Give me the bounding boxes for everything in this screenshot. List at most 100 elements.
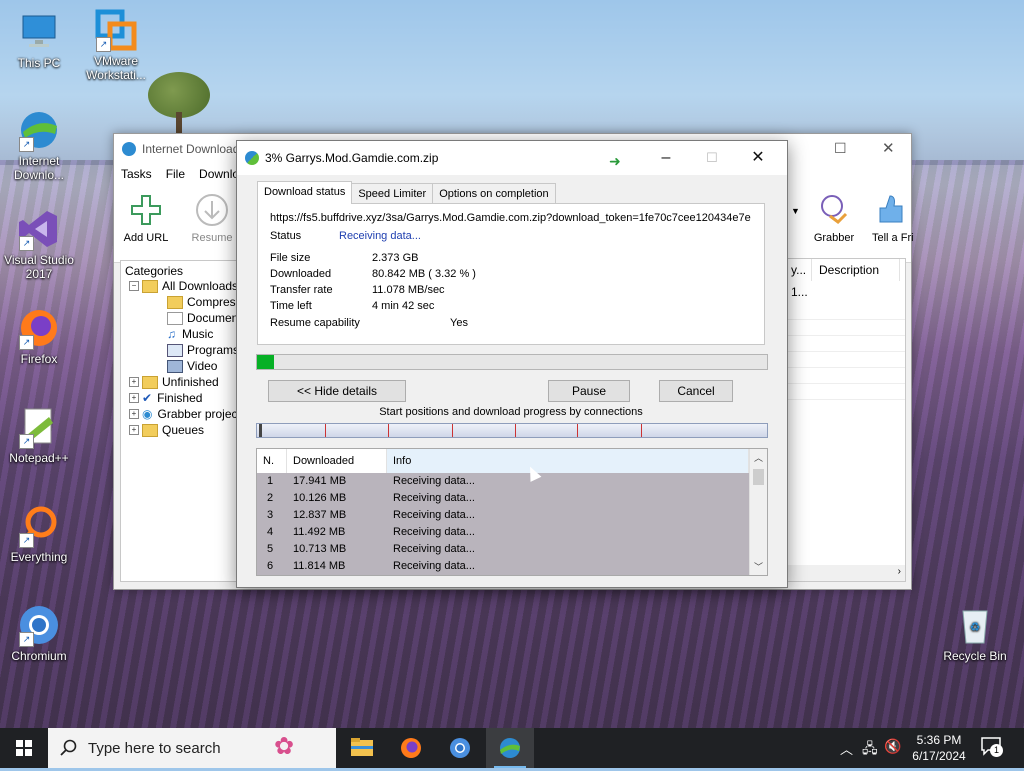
scrollbar-thumb[interactable] (753, 469, 764, 485)
expand-icon[interactable]: + (129, 409, 139, 419)
categories-header: Categories (125, 264, 184, 278)
downloaded-label: Downloaded (270, 268, 332, 280)
taskbar-firefox[interactable] (387, 728, 435, 768)
list-row-partial[interactable]: 1... (791, 285, 808, 299)
start-button[interactable] (0, 728, 48, 768)
desktop-icon-vmware[interactable]: ↗ VMware Workstati... (78, 8, 154, 82)
tab-options-on-completion[interactable]: Options on completion (432, 183, 556, 204)
desktop-icon-this-pc[interactable]: This PC (1, 10, 77, 70)
list-row (787, 351, 905, 368)
desktop-icon-chromium[interactable]: ↗ Chromium (1, 603, 77, 663)
taskbar-search-box[interactable]: Type here to search ✿ (48, 728, 336, 768)
desktop-icon-everything[interactable]: ↗ Everything (1, 504, 77, 564)
desktop-icon-label: VMware Workstati... (86, 54, 146, 82)
dialog-close-button[interactable]: ✕ (735, 141, 781, 175)
butterfly-flower-icon: ✿ (274, 733, 295, 760)
shortcut-arrow-icon: ↗ (19, 434, 34, 449)
download-progress-dialog[interactable]: 3% Garrys.Mod.Gamdie.com.zip ➜ – ☐ ✕ Dow… (236, 140, 788, 588)
table-row[interactable]: 4 11.492 MB Receiving data... (257, 524, 749, 541)
desktop-icon-recycle-bin[interactable]: ♻ Recycle Bin (937, 603, 1013, 663)
folder-icon (142, 375, 158, 389)
desktop-icon-idm[interactable]: ↗ Internet Downlo... (1, 108, 77, 182)
thumbs-up-icon (874, 192, 910, 228)
desktop-icon-visual-studio[interactable]: ↗ Visual Studio 2017 (1, 207, 77, 281)
category-all-downloads[interactable]: − All Downloads (129, 279, 238, 293)
minimize-button[interactable]: – (643, 141, 689, 175)
cancel-button[interactable]: Cancel (659, 380, 733, 402)
notification-center-button[interactable]: 1 (980, 736, 1006, 760)
scroll-right-arrow-icon[interactable]: › (898, 566, 901, 577)
collapse-icon[interactable]: − (129, 281, 139, 291)
category-programs[interactable]: Programs (167, 343, 239, 357)
table-vertical-scrollbar[interactable]: ︿ ﹀ (749, 449, 767, 575)
taskbar-idm[interactable] (486, 728, 534, 768)
maximize-button[interactable]: ☐ (834, 140, 847, 157)
expand-icon[interactable]: + (129, 425, 139, 435)
vmware-icon: ↗ (94, 8, 138, 52)
svg-text:♻: ♻ (970, 620, 981, 634)
notepadpp-icon: ↗ (17, 405, 61, 449)
column-header-partial[interactable]: y... (787, 259, 812, 281)
volume-muted-icon[interactable]: 🔇 (884, 738, 901, 755)
close-button[interactable]: ✕ (882, 139, 895, 157)
hide-details-button[interactable]: << Hide details (268, 380, 406, 402)
connections-table[interactable]: N. Downloaded Info 1 17.941 MB Receiving… (256, 448, 768, 576)
column-header-info[interactable]: Info (387, 449, 749, 473)
scroll-up-arrow-icon[interactable]: ︿ (750, 451, 767, 464)
column-header-downloaded[interactable]: Downloaded (287, 449, 387, 473)
desktop-icon-firefox[interactable]: ↗ Firefox (1, 306, 77, 366)
network-icon[interactable]: 🖧 (862, 738, 878, 762)
menu-downloads[interactable]: Downlo (199, 167, 239, 181)
tab-download-status[interactable]: Download status (257, 181, 353, 204)
taskbar-clock[interactable]: 5:36 PM 6/17/2024 (900, 732, 978, 764)
table-row[interactable]: 3 12.837 MB Receiving data... (257, 507, 749, 524)
expand-icon[interactable]: + (129, 393, 139, 403)
main-window-title: Internet Download (142, 142, 240, 156)
grabber-icon (816, 192, 852, 228)
desktop-icon-label: Chromium (11, 649, 67, 663)
table-row[interactable]: 1 17.941 MB Receiving data... (257, 473, 749, 490)
expand-icon[interactable]: + (129, 377, 139, 387)
grabber-button[interactable]: Grabber (804, 192, 864, 244)
tell-a-friend-button[interactable]: Tell a Fri (862, 192, 922, 244)
checkmark-folder-icon: ✔ (142, 391, 153, 405)
folder-icon (351, 738, 373, 756)
shortcut-arrow-icon: ↗ (19, 236, 34, 251)
tab-speed-limiter[interactable]: Speed Limiter (351, 183, 434, 204)
table-row[interactable]: 2 10.126 MB Receiving data... (257, 490, 749, 507)
grabber-small-icon: ◉ (142, 407, 153, 421)
toolbar-dropdown-arrow-icon[interactable]: ▼ (791, 206, 800, 216)
scroll-down-arrow-icon[interactable]: ﹀ (750, 560, 767, 573)
taskbar-file-explorer[interactable] (338, 728, 386, 768)
pause-button[interactable]: Pause (548, 380, 630, 402)
menu-tasks[interactable]: Tasks (121, 167, 152, 181)
dialog-titlebar[interactable]: 3% Garrys.Mod.Gamdie.com.zip ➜ – ☐ ✕ (237, 141, 787, 175)
file-size-value: 2.373 GB (372, 252, 419, 264)
horizontal-scrollbar[interactable]: › (787, 565, 905, 581)
file-size-label: File size (270, 252, 311, 264)
column-header-number[interactable]: N. (257, 449, 287, 473)
table-row[interactable]: 6 11.814 MB Receiving data... (257, 558, 749, 575)
add-url-button[interactable]: Add URL (116, 192, 176, 244)
column-header-description[interactable]: Description (815, 259, 900, 281)
category-music[interactable]: ♫ Music (167, 327, 213, 341)
category-video[interactable]: Video (167, 359, 217, 373)
desktop-icon-notepadpp[interactable]: ↗ Notepad++ (1, 405, 77, 465)
resume-button[interactable]: Resume (182, 192, 242, 244)
category-queues[interactable]: + Queues (129, 423, 204, 437)
taskbar-chromium[interactable] (436, 728, 484, 768)
desktop-icon-label: Notepad++ (9, 451, 69, 465)
list-row (787, 335, 905, 352)
download-status-panel: https://fs5.buffdrive.xyz/3sa/Garrys.Mod… (257, 203, 765, 345)
chromium-icon (450, 738, 470, 758)
download-url: https://fs5.buffdrive.xyz/3sa/Garrys.Mod… (270, 212, 751, 224)
table-row[interactable]: 5 10.713 MB Receiving data... (257, 541, 749, 558)
connection-start-marker (515, 424, 516, 437)
show-hidden-icons-chevron-icon[interactable]: ︿ (840, 739, 853, 758)
downloads-list[interactable]: y... Description 1... › (786, 258, 906, 582)
category-grabber-projects[interactable]: + ◉ Grabber projec (129, 407, 238, 421)
category-finished[interactable]: + ✔ Finished (129, 391, 202, 405)
shortcut-arrow-icon: ↗ (19, 335, 34, 350)
category-unfinished[interactable]: + Unfinished (129, 375, 219, 389)
menu-file[interactable]: File (166, 167, 185, 181)
